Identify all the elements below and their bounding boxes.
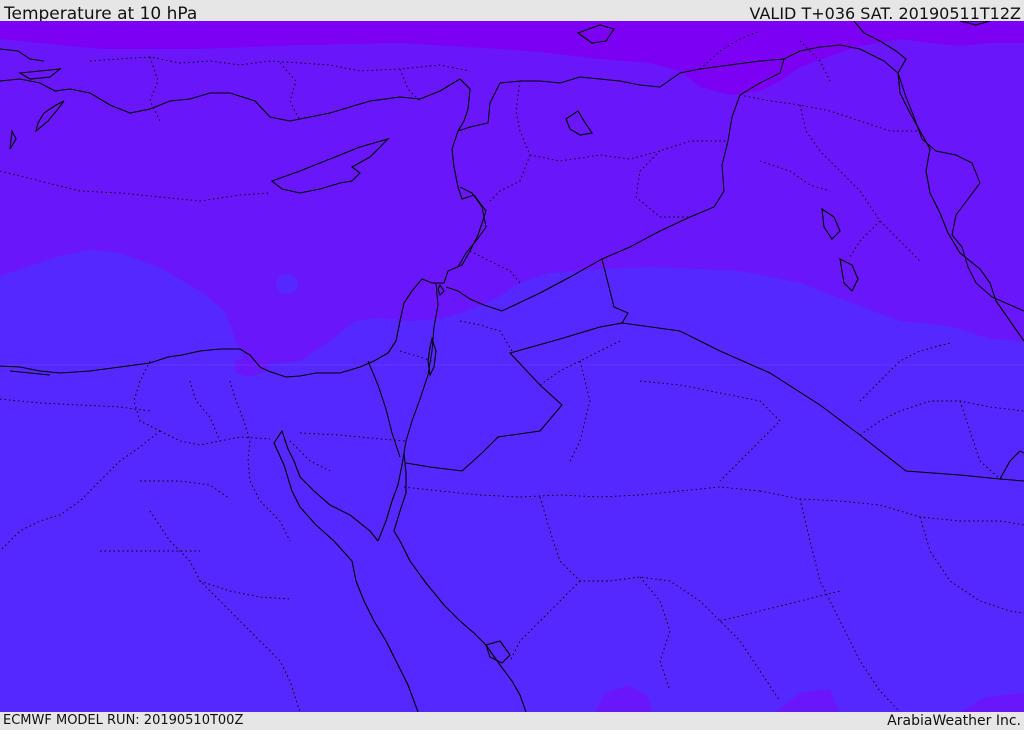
field-mild-patch-cyprus-south [276,274,298,294]
map-area[interactable] [0,21,1024,712]
header-bar: Temperature at 10 hPa VALID T+036 SAT. 2… [0,0,1024,24]
temperature-map[interactable] [0,21,1024,712]
credit-label: ArabiaWeather Inc. [887,713,1021,729]
model-run-label: ECMWF MODEL RUN: 20190510T00Z [3,713,244,728]
footer-bar: ECMWF MODEL RUN: 20190510T00Z ArabiaWeat… [0,712,1024,729]
